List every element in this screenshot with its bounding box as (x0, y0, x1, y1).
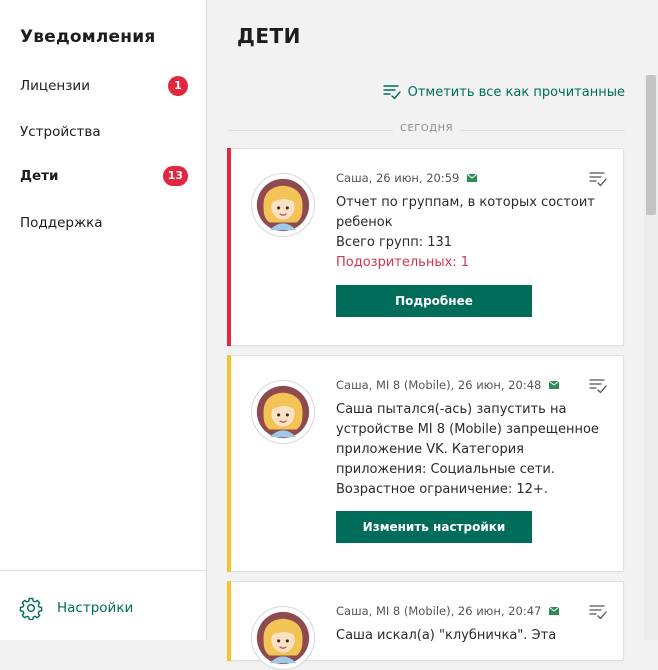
sidebar-item-label: Устройства (20, 124, 101, 140)
children-count-badge: 13 (162, 166, 188, 186)
gear-icon (19, 597, 43, 620)
notification-text-line: Отчет по группам, в которых состоит (336, 195, 595, 210)
envelope-icon (549, 607, 560, 615)
child-avatar-icon (256, 178, 310, 232)
sidebar-item-label: Поддержка (20, 215, 103, 231)
child-avatar-icon (256, 611, 310, 665)
child-avatar (251, 173, 315, 237)
notification-meta: Саша, MI 8 (Mobile), 26 июн, 20:47 (336, 604, 560, 618)
mark-read-icon (382, 85, 401, 100)
notification-text-line: приложения: Социальные сети. (336, 462, 555, 477)
notification-text-line: Саша искал(а) "клубничка". Эта (336, 628, 557, 643)
sidebar-footer: Настройки (0, 570, 206, 641)
mark-all-read-button[interactable]: Отметить все как прочитанные (382, 84, 625, 100)
sidebar-item-support[interactable]: Поддержка (20, 211, 188, 235)
licenses-count-badge: 1 (168, 76, 188, 96)
sidebar-item-licenses[interactable]: Лицензии 1 (20, 74, 188, 98)
sidebar-title: Уведомления (20, 27, 156, 47)
sidebar-item-label: Лицензии (20, 78, 90, 94)
notification-text-line: приложение VK. Категория (336, 442, 525, 457)
notification-meta: Саша, MI 8 (Mobile), 26 июн, 20:48 (336, 378, 560, 392)
notification-body: Саша искал(а) "клубничка". Эта (336, 626, 606, 646)
notification-card: Саша, 26 июн, 20:59 Отчет по группам, в … (227, 148, 624, 346)
sidebar-item-devices[interactable]: Устройства (20, 120, 188, 144)
notification-card: Саша, MI 8 (Mobile), 26 июн, 20:47 Саша … (227, 581, 624, 670)
scrollbar-thumb[interactable] (646, 75, 656, 215)
notification-body: Саша пытался(-ась) запустить на устройст… (336, 400, 606, 500)
mark-read-icon[interactable] (589, 604, 607, 620)
notification-meta-text: Саша, MI 8 (Mobile), 26 июн, 20:48 (336, 378, 542, 392)
sidebar-item-label: Дети (20, 168, 59, 184)
sidebar-item-children[interactable]: Дети 13 (20, 164, 188, 188)
date-group-label: СЕГОДНЯ (393, 123, 461, 134)
envelope-icon (549, 381, 560, 389)
settings-link[interactable]: Настройки (19, 595, 133, 621)
settings-label: Настройки (57, 600, 134, 616)
notification-body: Отчет по группам, в которых состоит ребе… (336, 193, 606, 273)
severity-stripe (227, 148, 231, 346)
change-settings-button[interactable]: Изменить настройки (336, 511, 532, 543)
mark-all-read-label: Отметить все как прочитанные (407, 84, 625, 100)
notification-meta-text: Саша, 26 июн, 20:59 (336, 171, 460, 185)
sidebar: Уведомления Лицензии 1 Устройства Дети 1… (0, 0, 207, 640)
page-title: ДЕТИ (237, 24, 301, 48)
mark-read-icon[interactable] (589, 378, 607, 394)
notification-text-line: Возрастное ограничение: 12+. (336, 482, 548, 497)
suspicious-count: Подозрительных: 1 (336, 255, 470, 270)
notification-text-line: Всего групп: 131 (336, 235, 453, 250)
mark-read-icon[interactable] (589, 171, 607, 187)
notification-meta: Саша, 26 июн, 20:59 (336, 171, 478, 185)
notification-text-line: ребенок (336, 215, 393, 230)
main-content: ДЕТИ Отметить все как прочитанные СЕГОДН… (208, 0, 658, 670)
child-avatar (251, 380, 315, 444)
severity-stripe (227, 581, 231, 661)
notification-text-line: устройстве MI 8 (Mobile) запрещенное (336, 422, 599, 437)
severity-stripe (227, 355, 231, 572)
envelope-icon (467, 174, 478, 182)
child-avatar-icon (256, 385, 310, 439)
details-button[interactable]: Подробнее (336, 285, 532, 317)
notification-card: Саша, MI 8 (Mobile), 26 июн, 20:48 Саша … (227, 355, 624, 572)
notification-meta-text: Саша, MI 8 (Mobile), 26 июн, 20:47 (336, 604, 542, 618)
child-avatar (251, 606, 315, 670)
notification-text-line: Саша пытался(-ась) запустить на (336, 402, 567, 417)
